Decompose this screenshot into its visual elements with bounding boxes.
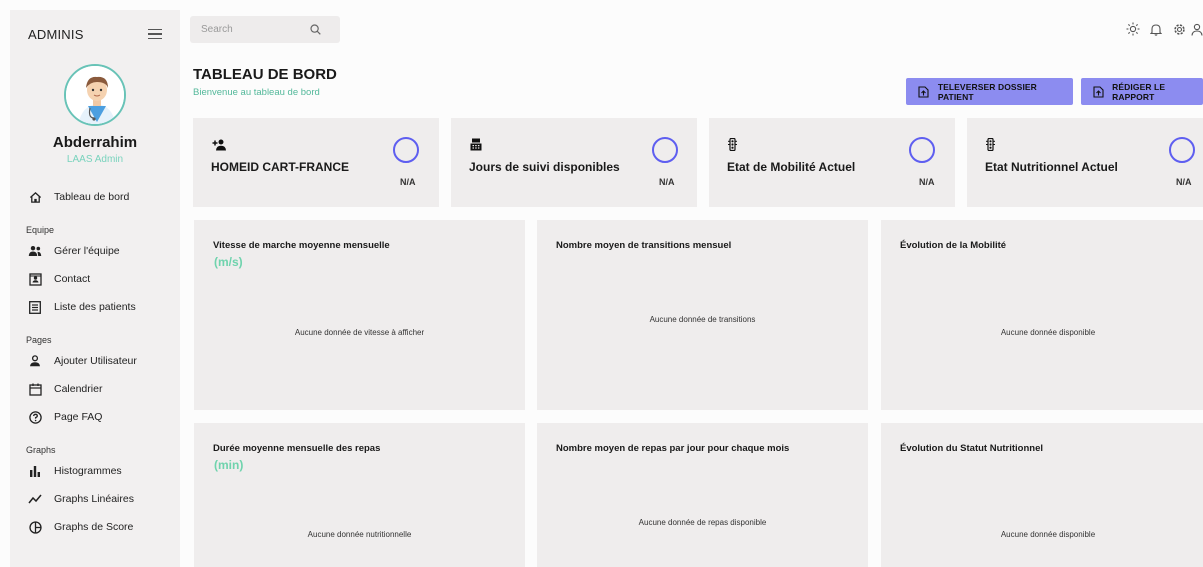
panel-transitions: Nombre moyen de transitions mensuel Aucu… (537, 220, 868, 410)
sidebar-item-label: Calendrier (54, 383, 103, 395)
sidebar-item-label: Gérer l'équipe (54, 245, 120, 257)
empty-message: Aucune donnée disponible (1000, 328, 1096, 337)
sidebar-item-label: Histogrammes (54, 465, 122, 477)
profile-icon[interactable] (1191, 19, 1203, 39)
panel-nutrition-evolution: Évolution du Statut Nutritionnel Aucune … (881, 423, 1203, 567)
write-report-button[interactable]: RÉDIGER LE RAPPORT (1081, 78, 1203, 105)
report-button-label: RÉDIGER LE RAPPORT (1112, 81, 1166, 102)
bar-chart-icon (28, 464, 42, 478)
person-add-icon (212, 138, 228, 152)
register-icon (470, 138, 486, 152)
user-name: Abderrahim (52, 134, 138, 151)
nav-section-equipe: Equipe (26, 225, 55, 235)
panel-title: Vitesse de marche moyenne mensuelle (213, 240, 390, 251)
empty-message: Aucune donnée de transitions (649, 315, 756, 324)
empty-message: Aucune donnée de vitesse à afficher (294, 328, 425, 337)
sidebar-item-label: Graphs Linéaires (54, 493, 134, 505)
panel-title: Nombre moyen de transitions mensuel (556, 240, 732, 251)
bell-icon[interactable] (1145, 19, 1167, 39)
traffic-icon (728, 137, 744, 152)
nav-section-graphs: Graphs (26, 445, 56, 455)
stat-value: N/A (400, 177, 416, 187)
menu-icon[interactable] (148, 29, 162, 39)
light-mode-icon[interactable] (1122, 19, 1144, 39)
stat-card-nutrition: Etat Nutritionnel Actuel N/A (967, 118, 1203, 207)
upload-button-label: TELEVERSER DOSSIER PATIENT (937, 81, 1037, 102)
stat-value: N/A (919, 177, 935, 187)
sidebar: ADMINIS Abderrahim LAAS Admin Tableau de… (10, 10, 180, 567)
file-upload-icon (1093, 85, 1104, 98)
empty-message: Aucune donnée de repas disponible (638, 518, 767, 527)
sidebar-header: ADMINIS (10, 10, 180, 58)
panel-meal-duration: Durée moyenne mensuelle des repas (min) … (194, 423, 525, 567)
nav-section-pages: Pages (26, 335, 52, 345)
sidebar-item-dashboard[interactable]: Tableau de bord (10, 183, 180, 211)
sidebar-item-label: Tableau de bord (54, 191, 130, 203)
brand-title: ADMINIS (28, 26, 84, 42)
home-icon (28, 190, 42, 204)
panel-title: Nombre moyen de repas par jour pour chaq… (556, 443, 790, 454)
progress-ring (909, 137, 935, 163)
pie-chart-icon (28, 520, 42, 534)
search-input[interactable] (190, 24, 308, 35)
sidebar-item-histograms[interactable]: Histogrammes (10, 457, 180, 485)
panel-mobility-evolution: Évolution de la Mobilité Aucune donnée d… (881, 220, 1203, 410)
panel-unit: (m/s) (214, 255, 243, 269)
sidebar-item-label: Ajouter Utilisateur (54, 355, 137, 367)
traffic-icon (986, 137, 1002, 152)
file-upload-icon (918, 85, 930, 98)
sidebar-item-line-graphs[interactable]: Graphs Linéaires (10, 485, 180, 513)
page-subtitle: Bienvenue au tableau de bord (193, 87, 320, 98)
stat-card-homeid: HOMEID CART-FRANCE N/A (193, 118, 439, 207)
upload-patient-file-button[interactable]: TELEVERSER DOSSIER PATIENT (906, 78, 1073, 105)
app: ADMINIS Abderrahim LAAS Admin Tableau de… (0, 0, 1203, 567)
panel-title: Évolution de la Mobilité (900, 240, 1007, 251)
line-chart-icon (28, 492, 42, 506)
gear-icon[interactable] (1168, 19, 1190, 39)
stat-label: HOMEID CART-FRANCE (211, 160, 349, 174)
stat-label: Jours de suivi disponibles (469, 160, 620, 174)
sidebar-item-calendar[interactable]: Calendrier (10, 375, 180, 403)
progress-ring (652, 137, 678, 163)
team-icon (28, 244, 42, 258)
list-icon (28, 300, 42, 314)
sidebar-item-contact[interactable]: Contact (10, 265, 180, 293)
panel-title: Évolution du Statut Nutritionnel (900, 443, 1044, 454)
help-icon (28, 410, 42, 424)
stat-value: N/A (1176, 177, 1192, 187)
top-icons (1121, 19, 1203, 39)
page-title: TABLEAU DE BORD (193, 66, 337, 83)
stat-label: Etat de Mobilité Actuel (727, 160, 856, 174)
search-box (190, 16, 340, 43)
contact-card-icon (28, 272, 42, 286)
stat-label: Etat Nutritionnel Actuel (985, 160, 1118, 174)
sidebar-item-patients[interactable]: Liste des patients (10, 293, 180, 321)
panel-title: Durée moyenne mensuelle des repas (213, 443, 381, 454)
user-role: LAAS Admin (66, 154, 124, 165)
user-icon (28, 354, 42, 368)
sidebar-item-score-graphs[interactable]: Graphs de Score (10, 513, 180, 541)
stat-card-mobility: Etat de Mobilité Actuel N/A (709, 118, 955, 207)
calendar-icon (28, 382, 42, 396)
sidebar-item-add-user[interactable]: Ajouter Utilisateur (10, 347, 180, 375)
search-icon[interactable] (308, 23, 322, 37)
stat-value: N/A (659, 177, 675, 187)
progress-ring (1169, 137, 1195, 163)
avatar (64, 64, 126, 126)
sidebar-item-team[interactable]: Gérer l'équipe (10, 237, 180, 265)
panel-unit: (min) (214, 458, 244, 472)
empty-message: Aucune donnée nutritionnelle (307, 530, 412, 539)
empty-message: Aucune donnée disponible (1000, 530, 1096, 539)
panel-meals-per-day: Nombre moyen de repas par jour pour chaq… (537, 423, 868, 567)
panel-walking-speed: Vitesse de marche moyenne mensuelle (m/s… (194, 220, 525, 410)
sidebar-item-label: Contact (54, 273, 91, 285)
sidebar-item-label: Graphs de Score (54, 521, 134, 533)
progress-ring (393, 137, 419, 163)
sidebar-item-faq[interactable]: Page FAQ (10, 403, 180, 431)
stat-card-follow-up-days: Jours de suivi disponibles N/A (451, 118, 697, 207)
sidebar-nav: Tableau de bord Equipe Gérer l'équipe Co… (10, 183, 180, 541)
sidebar-item-label: Liste des patients (54, 301, 136, 313)
sidebar-item-label: Page FAQ (54, 411, 103, 423)
